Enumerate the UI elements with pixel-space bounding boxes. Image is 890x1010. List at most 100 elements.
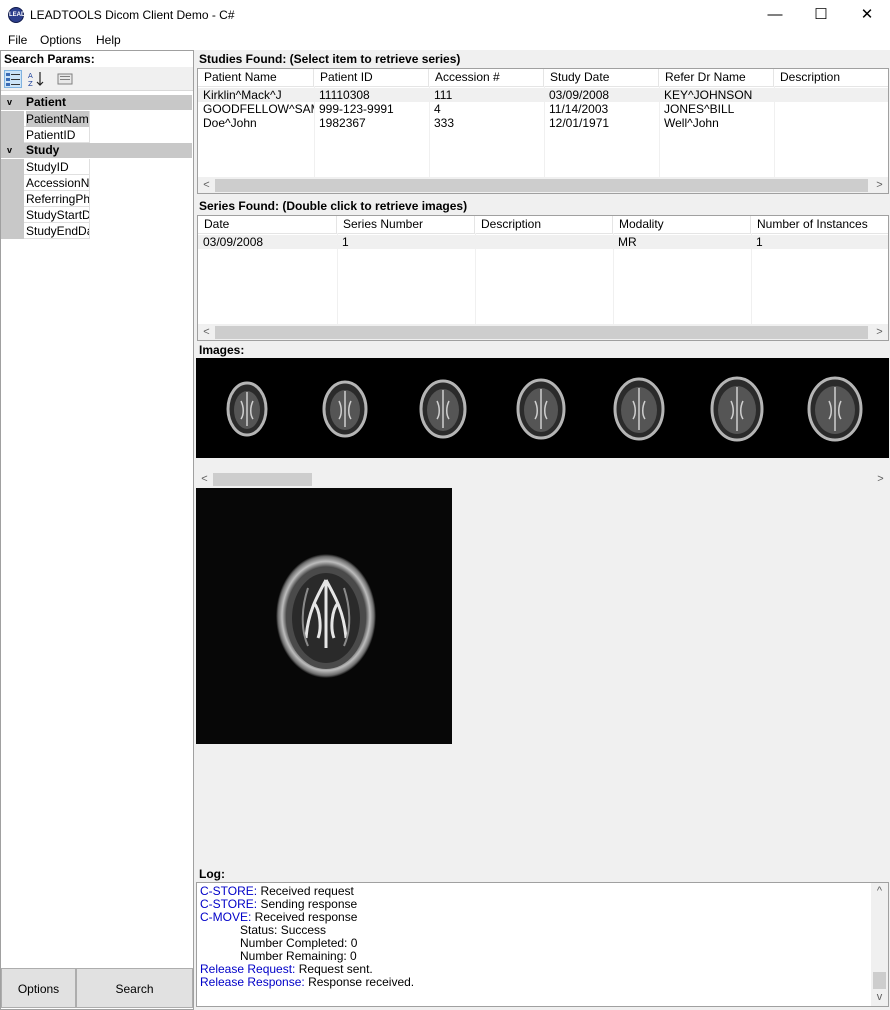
category-label: Study bbox=[26, 143, 60, 157]
close-button[interactable]: ✕ bbox=[844, 0, 890, 30]
log-key: Release Response: bbox=[200, 975, 305, 989]
property-pages-icon[interactable] bbox=[56, 70, 74, 88]
column-header[interactable]: Description bbox=[475, 216, 613, 233]
property-name: ReferringPhy bbox=[26, 192, 89, 206]
category-patient[interactable]: v Patient bbox=[1, 95, 192, 110]
property-name: PatientName bbox=[26, 111, 89, 127]
property-name: StudyID bbox=[26, 160, 69, 174]
column-header[interactable]: Refer Dr Name bbox=[659, 69, 774, 86]
scroll-thumb[interactable] bbox=[873, 972, 886, 989]
column-header[interactable]: Number of Instances bbox=[751, 216, 888, 233]
property-value-input[interactable] bbox=[89, 127, 193, 143]
table-row[interactable]: GOODFELLOW^SAM 999-123-9991 4 11/14/2003… bbox=[198, 102, 888, 116]
column-header[interactable]: Study Date bbox=[544, 69, 659, 86]
table-row[interactable]: Doe^John 1982367 333 12/01/1971 Well^Joh… bbox=[198, 116, 888, 130]
image-thumbnail[interactable] bbox=[419, 379, 467, 439]
studies-found-label: Studies Found: (Select item to retrieve … bbox=[199, 52, 461, 66]
window-title: LEADTOOLS Dicom Client Demo - C# bbox=[30, 8, 235, 22]
property-value-input[interactable] bbox=[89, 159, 193, 175]
log-key: C-STORE: bbox=[200, 897, 258, 911]
log-key: Release Request: bbox=[200, 962, 296, 976]
image-thumbnail[interactable] bbox=[226, 381, 268, 437]
maximize-button[interactable]: ☐ bbox=[798, 0, 844, 30]
studies-horizontal-scrollbar[interactable]: < > bbox=[198, 177, 888, 193]
property-row-patientid[interactable]: PatientID bbox=[1, 127, 193, 143]
property-name: AccessionN bbox=[26, 176, 89, 190]
table-row[interactable]: Kirklin^Mack^J 11110308 111 03/09/2008 K… bbox=[198, 88, 888, 102]
collapse-arrow-icon[interactable]: v bbox=[7, 95, 12, 110]
category-label: Patient bbox=[26, 95, 67, 109]
property-row-studystartdate[interactable]: StudyStartDa bbox=[1, 207, 193, 223]
scroll-right-icon[interactable]: > bbox=[872, 471, 889, 488]
column-header[interactable]: Description bbox=[774, 69, 888, 86]
svg-text:A: A bbox=[28, 72, 33, 80]
scroll-right-icon[interactable]: > bbox=[871, 324, 888, 340]
image-thumbnail[interactable] bbox=[516, 378, 566, 440]
property-row-accessionnumber[interactable]: AccessionN bbox=[1, 175, 193, 191]
column-header[interactable]: Series Number bbox=[337, 216, 475, 233]
column-header[interactable]: Accession # bbox=[429, 69, 544, 86]
scroll-left-icon[interactable]: < bbox=[198, 324, 215, 340]
log-textbox[interactable]: C-STORE: Received request C-STORE: Sendin… bbox=[196, 882, 889, 1007]
category-study[interactable]: v Study bbox=[1, 143, 192, 158]
property-row-studyid[interactable]: StudyID bbox=[1, 159, 193, 175]
menu-help[interactable]: Help bbox=[96, 33, 121, 47]
minimize-button[interactable]: — bbox=[752, 0, 798, 30]
images-horizontal-scrollbar[interactable]: < > bbox=[196, 471, 889, 488]
property-value-input[interactable] bbox=[89, 111, 193, 127]
search-params-header: Search Params: bbox=[4, 52, 95, 66]
main-image-viewer[interactable] bbox=[196, 488, 452, 744]
menu-file[interactable]: File bbox=[8, 33, 27, 47]
property-value-input[interactable] bbox=[89, 207, 193, 223]
scroll-thumb[interactable] bbox=[215, 179, 868, 192]
property-row-patientname[interactable]: PatientName bbox=[1, 111, 193, 127]
alphabetical-sort-icon[interactable]: AZ bbox=[27, 70, 45, 88]
scroll-thumb[interactable] bbox=[213, 473, 312, 486]
series-found-label: Series Found: (Double click to retrieve … bbox=[199, 199, 468, 213]
scroll-left-icon[interactable]: < bbox=[198, 177, 215, 193]
log-vertical-scrollbar[interactable]: ^ v bbox=[871, 883, 888, 1006]
image-thumbnail[interactable] bbox=[710, 376, 764, 442]
property-row-referringphysician[interactable]: ReferringPhy bbox=[1, 191, 193, 207]
column-header[interactable]: Modality bbox=[613, 216, 751, 233]
image-thumbnail[interactable] bbox=[322, 380, 368, 438]
series-list[interactable]: Date Series Number Description Modality … bbox=[197, 215, 889, 341]
brain-mri-image bbox=[276, 554, 376, 678]
app-icon: LEAD bbox=[8, 7, 25, 23]
categorized-view-icon[interactable] bbox=[4, 70, 22, 88]
images-label: Images: bbox=[199, 343, 245, 357]
image-thumbnail[interactable] bbox=[613, 377, 665, 441]
log-key: C-MOVE: bbox=[200, 910, 252, 924]
image-thumbnail[interactable] bbox=[807, 376, 863, 442]
column-header[interactable]: Patient ID bbox=[314, 69, 429, 86]
scroll-right-icon[interactable]: > bbox=[871, 177, 888, 193]
studies-list[interactable]: Patient Name Patient ID Accession # Stud… bbox=[197, 68, 889, 194]
studies-list-header: Patient Name Patient ID Accession # Stud… bbox=[198, 69, 888, 87]
menu-options[interactable]: Options bbox=[40, 33, 81, 47]
log-line: Release Response: Response received. bbox=[200, 975, 415, 989]
property-value-input[interactable] bbox=[89, 223, 193, 239]
property-name: PatientID bbox=[26, 128, 76, 142]
image-thumbnail-strip[interactable] bbox=[196, 358, 889, 458]
column-header[interactable]: Date bbox=[198, 216, 337, 233]
svg-text:Z: Z bbox=[28, 80, 33, 87]
property-row-studyenddate[interactable]: StudyEndDa bbox=[1, 223, 193, 239]
menu-bar bbox=[0, 30, 890, 50]
search-button[interactable]: Search bbox=[76, 968, 193, 1008]
scroll-down-icon[interactable]: v bbox=[871, 989, 888, 1006]
property-name: StudyStartDa bbox=[26, 208, 89, 222]
scroll-left-icon[interactable]: < bbox=[196, 471, 213, 488]
property-name: StudyEndDa bbox=[26, 224, 89, 238]
column-header[interactable]: Patient Name bbox=[198, 69, 314, 86]
thumbnail-row bbox=[226, 376, 863, 442]
scroll-thumb[interactable] bbox=[215, 326, 868, 339]
property-value-input[interactable] bbox=[89, 175, 193, 191]
table-row[interactable]: 03/09/2008 1 MR 1 bbox=[198, 235, 888, 249]
scroll-up-icon[interactable]: ^ bbox=[871, 883, 888, 900]
property-value-input[interactable] bbox=[89, 191, 193, 207]
log-key: C-STORE: bbox=[200, 884, 258, 898]
options-button[interactable]: Options bbox=[1, 968, 76, 1008]
collapse-arrow-icon[interactable]: v bbox=[7, 143, 12, 158]
series-horizontal-scrollbar[interactable]: < > bbox=[198, 324, 888, 340]
log-label: Log: bbox=[199, 867, 225, 881]
